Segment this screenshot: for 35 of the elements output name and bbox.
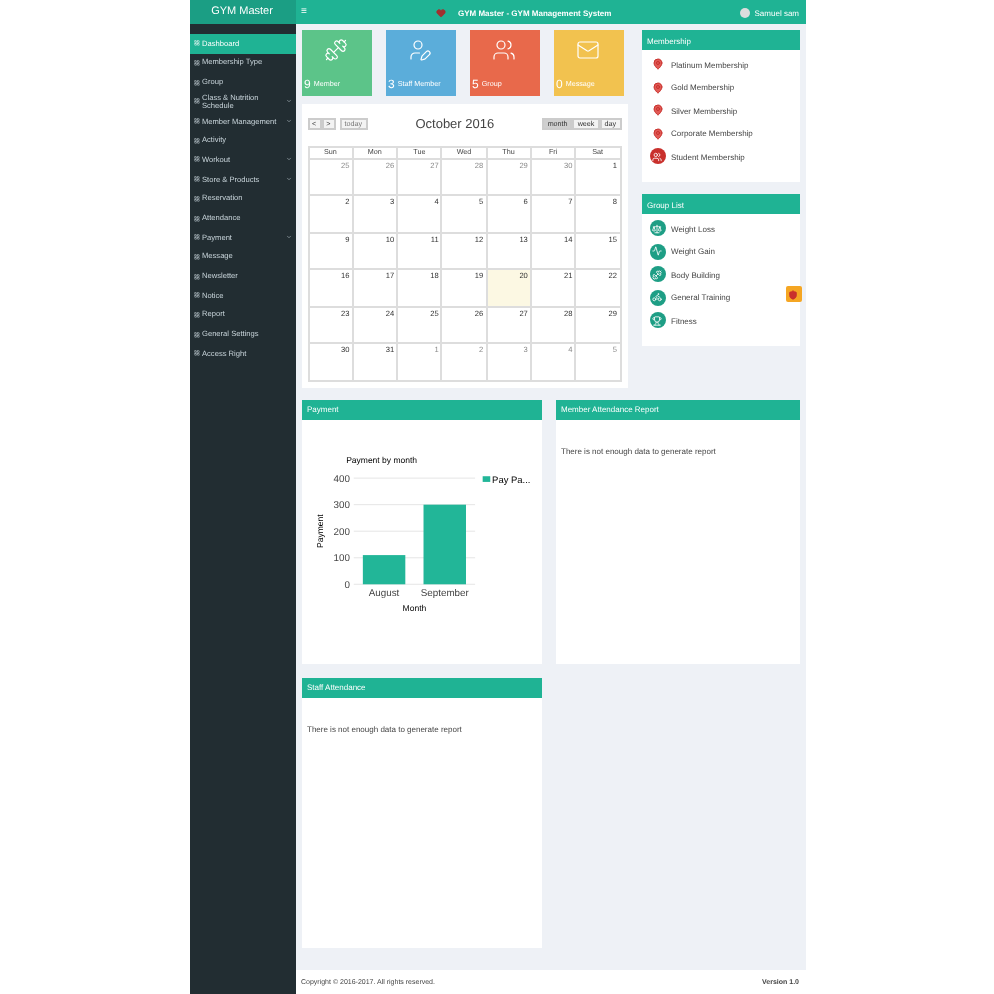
grid-icon xyxy=(193,331,199,338)
grid-icon xyxy=(193,292,199,299)
users-icon xyxy=(492,38,516,62)
mail-icon xyxy=(576,38,600,62)
grid-icon xyxy=(193,273,199,280)
grid-icon xyxy=(193,195,199,202)
grid-icon xyxy=(193,98,199,105)
grid-icon xyxy=(193,118,199,125)
grid-icon xyxy=(193,215,199,222)
pin-icon xyxy=(651,81,663,94)
dumbbell-icon xyxy=(324,38,348,62)
pin-icon xyxy=(651,104,663,117)
grid-icon xyxy=(193,79,199,86)
grid-icon xyxy=(193,40,199,47)
bike-icon xyxy=(649,289,665,306)
scale-icon xyxy=(649,220,665,237)
dumbbell-icon xyxy=(649,266,665,283)
pin-icon xyxy=(651,127,663,140)
grid-icon xyxy=(193,156,199,163)
grid-icon xyxy=(193,311,199,318)
grid-icon xyxy=(193,350,199,357)
pin-icon xyxy=(651,58,663,71)
users-badge-icon xyxy=(649,148,665,165)
grid-icon xyxy=(193,176,199,183)
chart-bar xyxy=(422,503,465,584)
grid-icon xyxy=(193,253,199,260)
chart-bar xyxy=(361,554,405,584)
heart-logo-icon xyxy=(436,7,446,17)
grid-icon xyxy=(193,137,199,144)
trophy-icon xyxy=(649,312,665,329)
user-pen-icon xyxy=(408,38,432,62)
grid-icon xyxy=(193,234,199,241)
grid-icon xyxy=(193,60,199,67)
pulse-icon xyxy=(649,243,665,260)
legend-swatch xyxy=(481,475,490,481)
